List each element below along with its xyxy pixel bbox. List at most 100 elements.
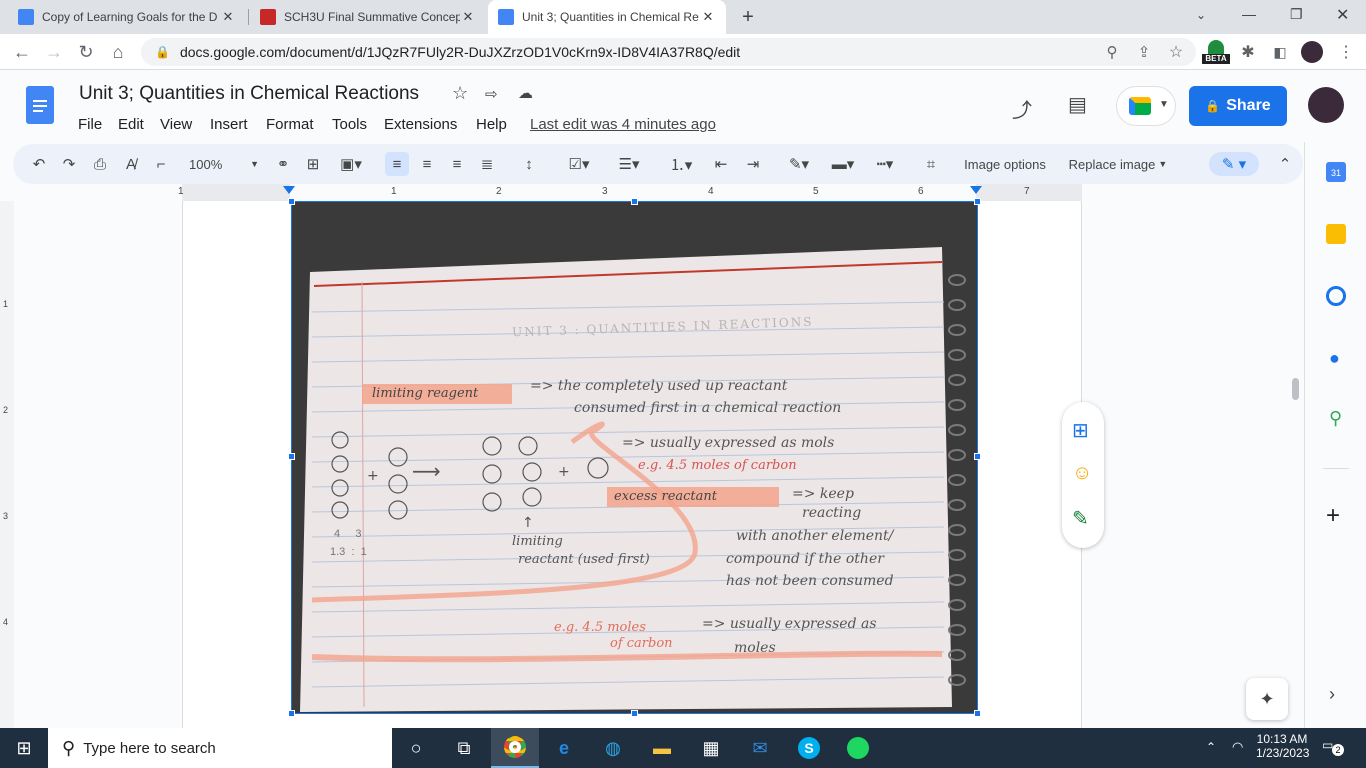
cortana-icon[interactable]: ○: [392, 728, 440, 768]
skype-icon[interactable]: S: [785, 728, 833, 768]
resize-handle[interactable]: [288, 710, 295, 717]
resize-handle[interactable]: [288, 453, 295, 460]
spotify-icon[interactable]: [834, 728, 882, 768]
tasks-icon[interactable]: [1326, 286, 1346, 306]
minimize-icon[interactable]: —: [1242, 6, 1256, 22]
star-icon[interactable]: ☆: [452, 83, 468, 104]
resize-handle[interactable]: [288, 198, 295, 205]
doc-title[interactable]: Unit 3; Quantities in Chemical Reactions: [79, 83, 419, 105]
border-dash-icon[interactable]: ┅▾: [865, 152, 905, 176]
zoom-icon[interactable]: ⚲: [1100, 40, 1124, 64]
share-button[interactable]: 🔒 Share: [1189, 86, 1287, 126]
suggest-edits-icon[interactable]: ✎: [1072, 506, 1089, 531]
align-right-icon[interactable]: ≡: [445, 152, 469, 176]
docs-logo-icon[interactable]: [26, 86, 54, 124]
resize-handle[interactable]: [974, 453, 981, 460]
emoji-reaction-icon[interactable]: ☺: [1072, 462, 1092, 485]
close-tab-icon[interactable]: ✕: [700, 9, 716, 25]
menu-extensions[interactable]: Extensions: [384, 116, 476, 133]
numbered-list-icon[interactable]: ⒈▾: [661, 152, 701, 176]
increase-indent-icon[interactable]: ⇥: [741, 152, 765, 176]
tab-summative[interactable]: SCH3U Final Summative Concept ✕: [250, 0, 486, 34]
file-explorer-icon[interactable]: ▬: [638, 728, 686, 768]
link-icon[interactable]: ⚭: [271, 152, 295, 176]
tab-unit3[interactable]: Unit 3; Quantities in Chemical Re ✕: [488, 0, 726, 34]
notification-center-icon[interactable]: ▭ 2: [1322, 738, 1344, 758]
border-weight-icon[interactable]: ▬▾: [825, 152, 861, 176]
crop-icon[interactable]: ⌗: [919, 152, 943, 176]
contacts-icon[interactable]: ●: [1329, 348, 1340, 369]
activity-trend-icon[interactable]: ⤴: [1012, 94, 1032, 123]
reload-icon[interactable]: ↻: [74, 40, 98, 64]
share-page-icon[interactable]: ⇪: [1132, 40, 1156, 64]
keep-icon[interactable]: [1326, 224, 1346, 244]
maps-icon[interactable]: ⚲: [1329, 408, 1342, 429]
add-addon-icon[interactable]: +: [1326, 502, 1340, 530]
menu-view[interactable]: View: [160, 116, 210, 133]
right-indent-marker[interactable]: [970, 186, 982, 194]
left-indent-marker[interactable]: [283, 186, 295, 194]
explore-icon[interactable]: ✦: [1246, 678, 1288, 720]
pen-color-icon[interactable]: ✎▾: [781, 152, 817, 176]
menu-tools[interactable]: Tools: [332, 116, 384, 133]
resize-handle[interactable]: [631, 198, 638, 205]
menu-help[interactable]: Help: [476, 116, 530, 133]
replace-image-button[interactable]: Replace image ▼: [1065, 152, 1171, 176]
notes-photo[interactable]: ⟶ + + ↑ UNIT 3 : QUANTITIES IN REACTIONS…: [291, 201, 978, 714]
paint-format-icon[interactable]: ⌐: [149, 152, 173, 176]
chrome-icon[interactable]: [491, 728, 539, 768]
scrollbar-thumb[interactable]: [1292, 378, 1299, 400]
task-view-icon[interactable]: ⧉: [440, 728, 488, 768]
side-panel-icon[interactable]: ◧: [1268, 40, 1292, 64]
spellcheck-icon[interactable]: A̸: [119, 152, 143, 176]
wifi-icon[interactable]: ◠: [1232, 739, 1243, 755]
last-edit-link[interactable]: Last edit was 4 minutes ago: [530, 116, 716, 133]
bookmark-star-icon[interactable]: ☆: [1164, 40, 1188, 64]
restore-icon[interactable]: ❐: [1290, 6, 1303, 23]
cloud-status-icon[interactable]: ☁: [518, 84, 533, 102]
horizontal-ruler[interactable]: 1 1 2 3 4 5 6 7: [0, 184, 1304, 201]
menu-edit[interactable]: Edit: [118, 116, 160, 133]
decrease-indent-icon[interactable]: ⇤: [709, 152, 733, 176]
store-icon[interactable]: ▦: [687, 728, 735, 768]
resize-handle[interactable]: [974, 710, 981, 717]
tab-learning-goals[interactable]: Copy of Learning Goals for the D ✕: [8, 0, 246, 34]
taskbar-search[interactable]: ⚲ Type here to search: [48, 728, 392, 768]
align-left-icon[interactable]: ≡: [385, 152, 409, 176]
resize-handle[interactable]: [974, 198, 981, 205]
puzzle-icon[interactable]: ✱: [1236, 40, 1260, 64]
forward-icon[interactable]: →: [42, 40, 66, 64]
menu-insert[interactable]: Insert: [210, 116, 266, 133]
redo-icon[interactable]: ↷: [57, 152, 81, 176]
close-tab-icon[interactable]: ✕: [220, 9, 236, 25]
mail-icon[interactable]: ✉: [736, 728, 784, 768]
insert-image-icon[interactable]: ▣▾: [331, 152, 371, 176]
vertical-ruler[interactable]: 1 2 3 4: [0, 201, 14, 728]
close-tab-icon[interactable]: ✕: [460, 9, 476, 25]
home-icon[interactable]: ⌂: [106, 40, 130, 64]
address-bar[interactable]: 🔒 docs.google.com/document/d/1JQzR7FUly2…: [141, 38, 1196, 66]
back-icon[interactable]: ←: [10, 40, 34, 64]
menu-dots-icon[interactable]: ⋮: [1334, 40, 1358, 64]
menu-format[interactable]: Format: [266, 116, 332, 133]
checklist-icon[interactable]: ☑▾: [559, 152, 599, 176]
new-tab-button[interactable]: +: [736, 5, 760, 29]
ie-icon[interactable]: e: [540, 728, 588, 768]
editing-mode-button[interactable]: ✎ ▾: [1209, 152, 1259, 176]
meet-button[interactable]: ▼: [1116, 86, 1176, 126]
profile-avatar[interactable]: [1301, 41, 1323, 63]
add-comment-icon[interactable]: ⊞: [301, 152, 325, 176]
resize-handle[interactable]: [631, 710, 638, 717]
account-avatar[interactable]: [1308, 87, 1344, 123]
comments-icon[interactable]: ▤: [1068, 92, 1087, 117]
zoom-select[interactable]: 100% ▼: [189, 152, 259, 176]
windows-start-icon[interactable]: ⊞: [0, 728, 48, 768]
align-center-icon[interactable]: ≡: [415, 152, 439, 176]
tab-search-icon[interactable]: ⌄: [1196, 8, 1206, 22]
image-options-button[interactable]: Image options: [955, 152, 1055, 176]
close-window-icon[interactable]: ✕: [1336, 5, 1349, 25]
menu-file[interactable]: File: [78, 116, 118, 133]
line-spacing-icon[interactable]: ↕: [517, 152, 541, 176]
bulleted-list-icon[interactable]: ☰▾: [609, 152, 649, 176]
clock[interactable]: 10:13 AM 1/23/2023: [1256, 732, 1309, 760]
